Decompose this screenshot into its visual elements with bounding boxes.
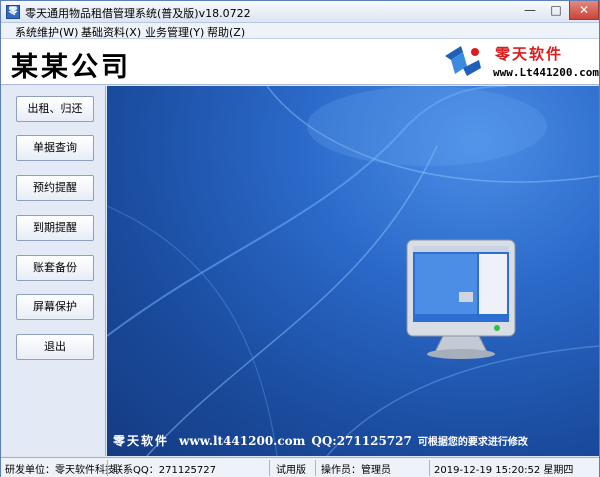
app-icon: 零 — [6, 5, 20, 19]
slogan-qq: QQ:271125727 — [311, 434, 412, 448]
rent-return-button[interactable]: 出租、归还 — [16, 96, 94, 122]
title-bar[interactable]: 零 零天通用物品租借管理系统(普及版)v18.0722 — □ ✕ — [1, 1, 599, 23]
minimize-button[interactable]: — — [517, 1, 543, 20]
slogan-tail: 可根据您的要求进行修改 — [417, 437, 528, 448]
close-button[interactable]: ✕ — [569, 1, 599, 20]
screensaver-button[interactable]: 屏幕保护 — [16, 294, 94, 320]
status-edition: 试用版 — [276, 465, 306, 476]
maximize-button[interactable]: □ — [543, 1, 569, 20]
exit-button[interactable]: 退出 — [16, 334, 94, 360]
status-datetime: 2019-12-19 15:20:52 星期四 — [434, 465, 574, 476]
status-bar: 研发单位：零天软件科技 联系QQ：271125727 试用版 操作员：管理员 2… — [1, 457, 599, 477]
menu-business[interactable]: 业务管理(Y) — [145, 24, 204, 40]
logo: 零天软件 www.Lt441200.com — [437, 40, 599, 83]
slogan: 零天软件 www.lt441200.com QQ:271125727 可根据您的要求进… — [113, 432, 599, 449]
status-divider — [429, 460, 430, 476]
wallpaper-image — [107, 86, 599, 456]
status-divider — [269, 460, 270, 476]
company-name: 某某公司 — [11, 52, 131, 83]
status-divider — [107, 460, 108, 476]
account-backup-button[interactable]: 账套备份 — [16, 255, 94, 281]
main-area: 零天软件 www.lt441200.com QQ:271125727 可根据您的要求进… — [107, 86, 599, 456]
menu-base-data[interactable]: 基础资料(X) — [81, 24, 141, 40]
document-query-button[interactable]: 单据查询 — [16, 135, 94, 161]
status-developer: 研发单位：零天软件科技 — [5, 465, 115, 476]
slogan-brand: 零天软件 — [113, 434, 170, 448]
status-contact-qq: 联系QQ：271125727 — [113, 465, 217, 476]
status-divider — [315, 460, 316, 476]
nav-panel: 出租、归还 单据查询 预约提醒 到期提醒 账套备份 屏幕保护 退出 — [1, 86, 106, 456]
slogan-url: www.lt441200.com — [179, 434, 306, 448]
window-title: 零天通用物品租借管理系统(普及版)v18.0722 — [25, 7, 251, 20]
logo-brand: 零天软件 — [495, 45, 564, 63]
status-operator: 操作员：管理员 — [321, 465, 391, 476]
reservation-reminder-button[interactable]: 预约提醒 — [16, 175, 94, 201]
menu-help[interactable]: 帮助(Z) — [207, 24, 245, 40]
logo-icon — [445, 46, 481, 76]
expiry-reminder-button[interactable]: 到期提醒 — [16, 215, 94, 241]
menu-bar: 系统维护(W) 基础资料(X) 业务管理(Y) 帮助(Z) — [1, 23, 599, 39]
menu-system-maintenance[interactable]: 系统维护(W) — [15, 24, 78, 40]
logo-url: www.Lt441200.com — [493, 66, 599, 79]
app-window: 零 零天通用物品租借管理系统(普及版)v18.0722 — □ ✕ 系统维护(W… — [0, 0, 600, 477]
monitor-icon — [406, 239, 516, 359]
header-banner: 某某公司 零天软件 www.Lt441200.com — [1, 39, 599, 85]
